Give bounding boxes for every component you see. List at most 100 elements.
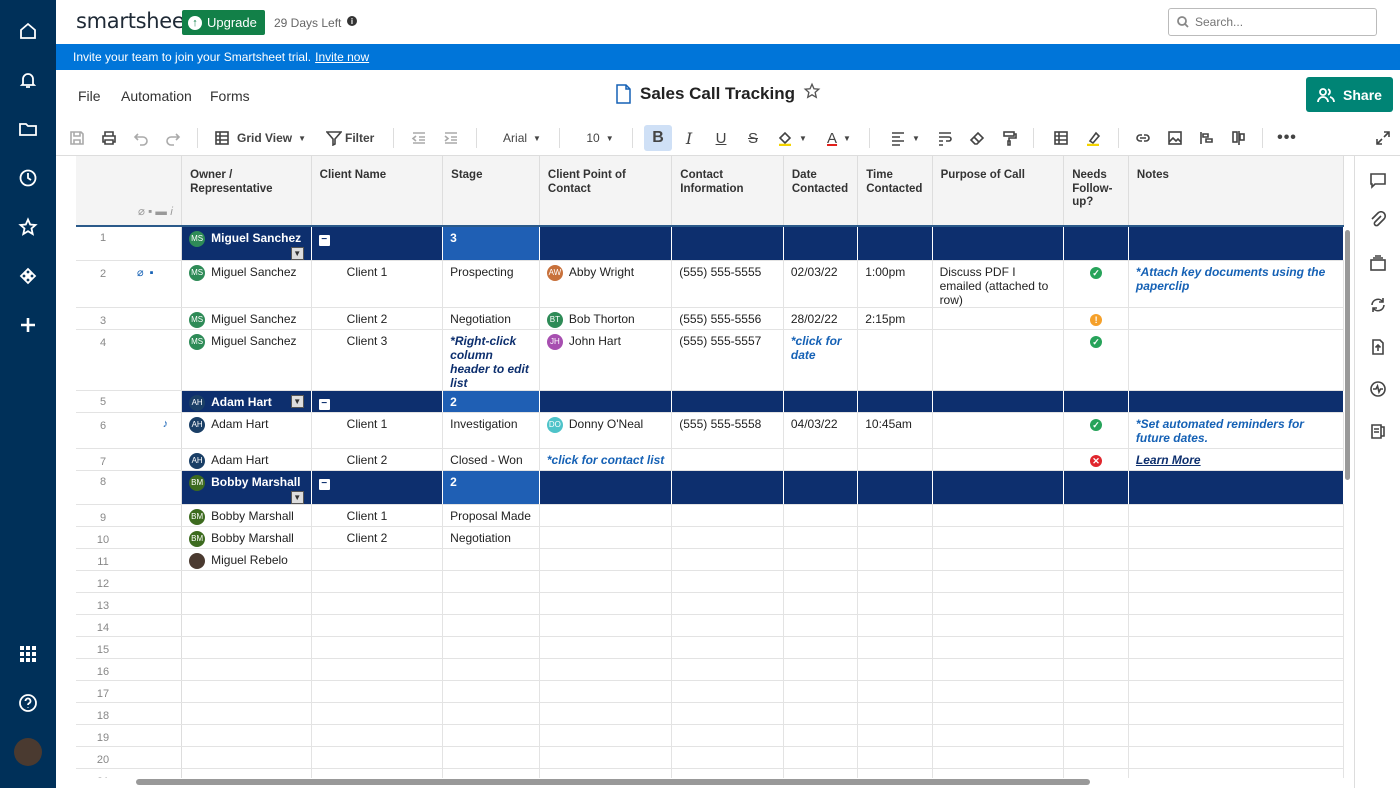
- empty-cell[interactable]: [857, 658, 933, 681]
- notes-cell[interactable]: *Attach key documents using the papercli…: [1128, 260, 1344, 308]
- contact-cell[interactable]: [539, 504, 673, 527]
- column-header[interactable]: Stage: [442, 156, 540, 227]
- client-cell[interactable]: Client 2: [311, 307, 444, 330]
- sheet-title-text[interactable]: Sales Call Tracking: [640, 84, 795, 104]
- date-cell[interactable]: [783, 548, 859, 571]
- italic-button[interactable]: I: [678, 125, 700, 151]
- learn-more-link[interactable]: Learn More: [1136, 453, 1201, 467]
- column-header[interactable]: Date Contacted: [783, 156, 859, 227]
- contact-cell[interactable]: AW Abby Wright: [539, 260, 673, 308]
- row-number[interactable]: 13: [76, 592, 131, 615]
- more-options-icon[interactable]: •••: [1276, 125, 1298, 151]
- owner-cell[interactable]: MS Miguel Sanchez: [181, 260, 312, 308]
- notes-cell[interactable]: [1128, 390, 1344, 413]
- notes-cell[interactable]: [1128, 226, 1344, 261]
- row-actions[interactable]: [130, 658, 183, 681]
- stage-cell[interactable]: [442, 548, 540, 571]
- purpose-cell[interactable]: Discuss PDF I emailed (attached to row): [932, 260, 1065, 308]
- empty-cell[interactable]: [671, 636, 784, 659]
- empty-cell[interactable]: [1063, 636, 1129, 659]
- empty-cell[interactable]: [783, 702, 859, 725]
- purpose-cell[interactable]: [932, 412, 1065, 449]
- empty-cell[interactable]: [181, 570, 312, 593]
- check-status-icon[interactable]: ✓: [1090, 267, 1103, 279]
- row-actions[interactable]: [130, 746, 183, 769]
- empty-cell[interactable]: [442, 592, 540, 615]
- notes-cell[interactable]: *Set automated reminders for future date…: [1128, 412, 1344, 449]
- empty-cell[interactable]: [857, 636, 933, 659]
- empty-cell[interactable]: [442, 636, 540, 659]
- empty-cell[interactable]: [932, 746, 1065, 769]
- follow-up-cell[interactable]: [1063, 226, 1129, 261]
- row-number[interactable]: 21: [76, 768, 131, 778]
- empty-cell[interactable]: [783, 570, 859, 593]
- vertical-scrollbar[interactable]: [1345, 230, 1350, 480]
- font-family-select[interactable]: Arial ▼: [498, 125, 546, 151]
- row-actions[interactable]: [130, 390, 183, 413]
- horizontal-scrollbar[interactable]: [136, 779, 1090, 785]
- search-box[interactable]: [1168, 8, 1377, 36]
- notes-cell[interactable]: [1128, 307, 1344, 330]
- invite-now-link[interactable]: Invite now: [315, 50, 369, 64]
- client-cell[interactable]: Client 1: [311, 504, 444, 527]
- column-header[interactable]: Contact Information: [671, 156, 784, 227]
- workapps-icon[interactable]: [13, 261, 43, 291]
- empty-cell[interactable]: [1063, 658, 1129, 681]
- empty-cell[interactable]: [442, 570, 540, 593]
- row-actions[interactable]: [130, 470, 183, 505]
- empty-cell[interactable]: [857, 746, 933, 769]
- follow-up-cell[interactable]: ✓: [1063, 329, 1129, 391]
- contact-info-cell[interactable]: (555) 555-5556: [671, 307, 784, 330]
- help-icon[interactable]: [13, 688, 43, 718]
- empty-cell[interactable]: [1063, 746, 1129, 769]
- contact-info-cell[interactable]: (555) 555-5558: [671, 412, 784, 449]
- client-cell[interactable]: Client 2: [311, 526, 444, 549]
- row-actions[interactable]: [130, 548, 183, 571]
- row-number[interactable]: 2: [76, 260, 131, 308]
- contact-cell[interactable]: [539, 470, 673, 505]
- notes-cell[interactable]: [1128, 504, 1344, 527]
- time-cell[interactable]: [857, 504, 933, 527]
- empty-cell[interactable]: [539, 724, 673, 747]
- owner-cell[interactable]: AH Adam Hart ▼: [181, 390, 312, 413]
- follow-up-cell[interactable]: !: [1063, 307, 1129, 330]
- empty-cell[interactable]: [181, 768, 312, 778]
- empty-cell[interactable]: [442, 658, 540, 681]
- empty-cell[interactable]: [539, 570, 673, 593]
- expand-fullscreen-icon[interactable]: [1372, 125, 1394, 151]
- wrap-text-icon[interactable]: [934, 125, 956, 151]
- print-icon[interactable]: [98, 125, 120, 151]
- empty-cell[interactable]: [311, 702, 444, 725]
- empty-row[interactable]: 21: [76, 768, 1344, 778]
- clear-format-eraser-icon[interactable]: [966, 125, 988, 151]
- empty-cell[interactable]: [783, 724, 859, 747]
- empty-cell[interactable]: [181, 702, 312, 725]
- empty-cell[interactable]: [181, 614, 312, 637]
- stage-cell[interactable]: Investigation: [442, 412, 540, 449]
- comment-icon[interactable]: ▪: [150, 267, 154, 279]
- time-cell[interactable]: [857, 329, 933, 391]
- follow-up-cell[interactable]: [1063, 526, 1129, 549]
- column-header[interactable]: Needs Follow-up?: [1063, 156, 1129, 227]
- date-cell[interactable]: 28/02/22: [783, 307, 859, 330]
- parent-row[interactable]: 8 BM Bobby Marshall ▼ − 2: [76, 470, 1344, 505]
- automation-menu[interactable]: Automation: [121, 88, 192, 104]
- attachments-paperclip-icon[interactable]: [1368, 210, 1388, 230]
- parent-row[interactable]: 1 MS Miguel Sanchez ▼ − 3: [76, 226, 1344, 261]
- contact-info-cell[interactable]: [671, 390, 784, 413]
- follow-up-cell[interactable]: [1063, 470, 1129, 505]
- dropdown-arrow-icon[interactable]: ▼: [290, 491, 304, 504]
- date-cell[interactable]: 04/03/22: [783, 412, 859, 449]
- empty-cell[interactable]: [1128, 658, 1344, 681]
- client-cell[interactable]: Client 1: [311, 260, 444, 308]
- empty-cell[interactable]: [311, 614, 444, 637]
- empty-cell[interactable]: [311, 570, 444, 593]
- purpose-cell[interactable]: [932, 470, 1065, 505]
- attachment-paperclip-icon[interactable]: ⌀: [137, 267, 144, 279]
- empty-cell[interactable]: [932, 768, 1065, 778]
- launcher-grid-icon[interactable]: [13, 639, 43, 669]
- empty-cell[interactable]: [1063, 570, 1129, 593]
- summary-icon[interactable]: [1368, 379, 1388, 399]
- empty-cell[interactable]: [311, 636, 444, 659]
- row-number[interactable]: 9: [76, 504, 131, 527]
